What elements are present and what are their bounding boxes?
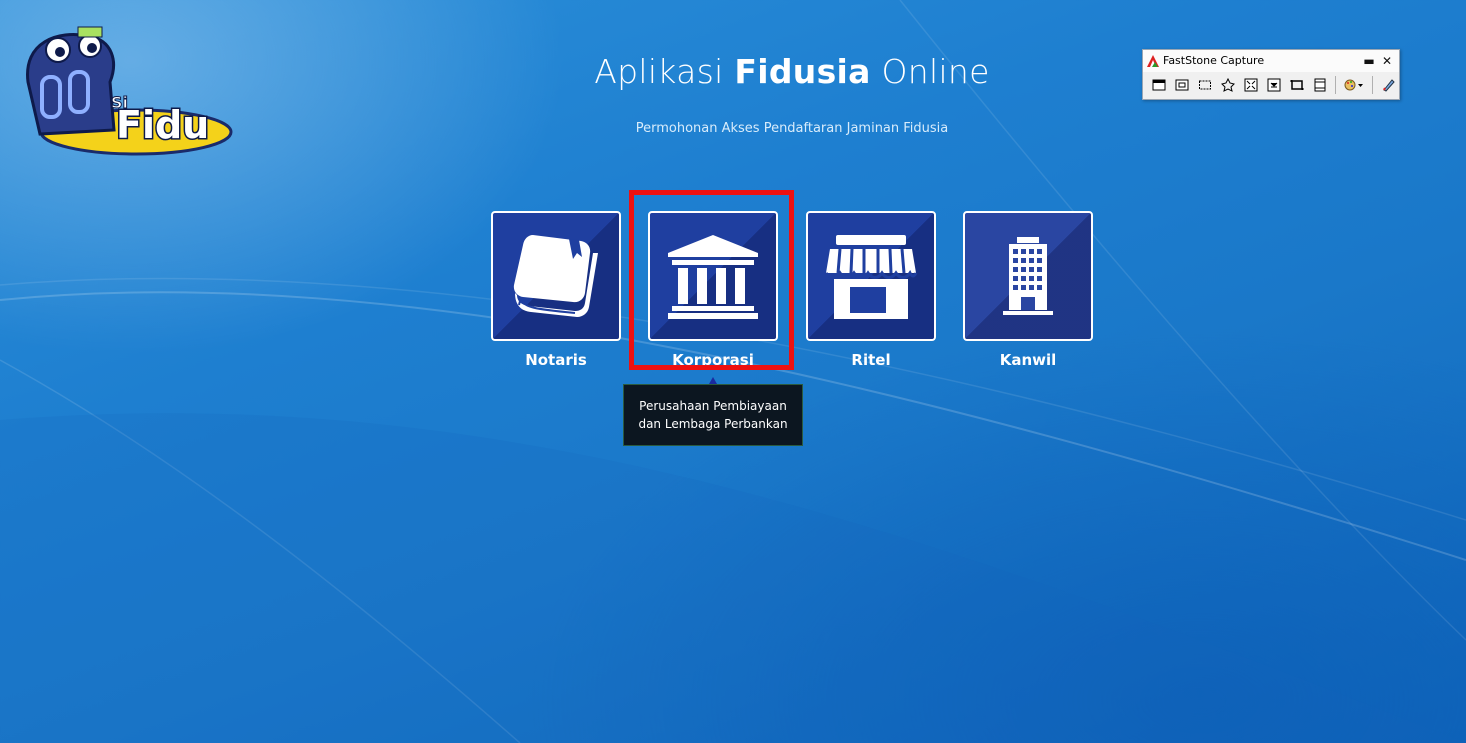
output-options-button[interactable] [1341,75,1367,95]
capture-freehand-button[interactable] [1218,75,1239,95]
tile-korporasi-box[interactable] [648,211,778,341]
scrolling-window-icon [1267,78,1281,92]
freehand-region-icon [1221,78,1236,92]
capture-fullscreen-button[interactable] [1241,75,1262,95]
tile-ritel[interactable]: Ritel [806,211,936,369]
faststone-titlebar[interactable]: FastStone Capture ▬ ✕ [1143,50,1399,72]
tooltip-line-2: dan Lembaga Perbankan [638,417,788,431]
sifidu-logo: Si Fidu [18,22,234,162]
tooltip-arrow [709,377,717,384]
tile-notaris-box[interactable] [491,211,621,341]
tile-notaris[interactable]: Notaris [491,211,621,369]
faststone-logo-icon [1147,55,1159,67]
capture-fixed-region-button[interactable] [1286,75,1307,95]
toolbar-separator [1335,76,1337,94]
film-icon [1314,78,1326,92]
palette-dropdown-icon [1344,79,1364,91]
bank-building-icon [668,235,758,319]
tile-ritel-label[interactable]: Ritel [806,351,936,369]
fixed-region-icon [1290,80,1304,90]
screen-recorder-button[interactable] [1309,75,1330,95]
settings-button[interactable] [1378,75,1399,95]
office-building-icon [1003,237,1053,315]
book-icon [513,235,598,317]
tile-kanwil-box[interactable] [963,211,1093,341]
tooltip: Perusahaan Pembiayaan dan Lembaga Perban… [623,384,803,446]
rectangle-region-icon [1199,80,1212,90]
faststone-capture-window[interactable]: FastStone Capture ▬ ✕ [1142,49,1400,100]
window-object-icon [1175,79,1189,91]
tile-kanwil[interactable]: Kanwil [963,211,1093,369]
fullscreen-icon [1244,78,1258,92]
tile-notaris-label[interactable]: Notaris [491,351,621,369]
shop-icon [824,235,918,319]
minimize-button[interactable]: ▬ [1361,50,1377,72]
capture-rectangle-button[interactable] [1195,75,1216,95]
window-icon [1152,79,1166,91]
settings-pen-icon [1382,79,1395,92]
tile-kanwil-label[interactable]: Kanwil [963,351,1093,369]
capture-scrolling-button[interactable] [1264,75,1285,95]
close-button[interactable]: ✕ [1379,50,1395,72]
toolbar-separator-2 [1372,76,1374,94]
faststone-toolbar [1143,72,1399,98]
tooltip-line-1: Perusahaan Pembiayaan [639,399,787,413]
capture-active-window-button[interactable] [1149,75,1170,95]
tile-ritel-box[interactable] [806,211,936,341]
page-subtitle: Permohonan Akses Pendaftaran Jaminan Fid… [635,121,949,136]
faststone-title: FastStone Capture [1163,54,1265,67]
capture-window-object-button[interactable] [1172,75,1193,95]
